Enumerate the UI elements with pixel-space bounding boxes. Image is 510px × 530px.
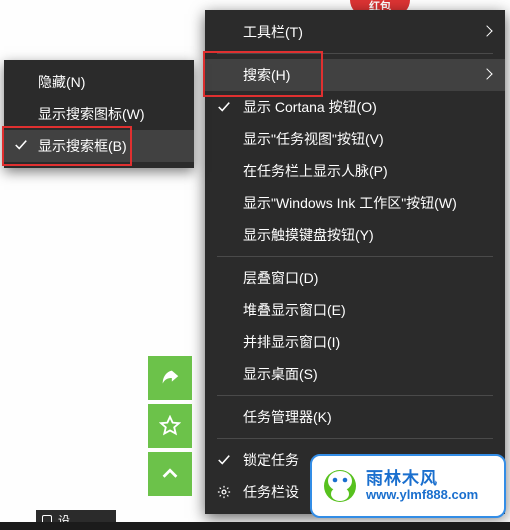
menu-task-view[interactable]: 显示"任务视图"按钮(V): [205, 123, 505, 155]
scroll-up-button[interactable]: [148, 452, 192, 496]
menu-toolbars-label: 工具栏(T): [243, 22, 303, 42]
taskbar-strip: [0, 522, 510, 530]
menu-touch-keyboard[interactable]: 显示触摸键盘按钮(Y): [205, 219, 505, 251]
search-submenu: 隐藏(N) 显示搜索图标(W) 显示搜索框(B): [4, 60, 194, 168]
taskbar-context-menu: 工具栏(T) 搜索(H) 显示 Cortana 按钮(O) 显示"任务视图"按钮…: [205, 10, 505, 514]
gear-icon: [217, 485, 231, 499]
watermark-logo: [320, 466, 360, 506]
menu-touch-keyboard-label: 显示触摸键盘按钮(Y): [243, 225, 374, 245]
menu-taskbar-settings-label: 任务栏设: [243, 482, 299, 502]
floating-actions: [148, 356, 192, 496]
menu-task-view-label: 显示"任务视图"按钮(V): [243, 129, 384, 149]
checkmark-icon: [217, 453, 231, 467]
checkmark-icon: [14, 138, 28, 152]
menu-side-by-side-label: 并排显示窗口(I): [243, 332, 340, 352]
menu-show-desktop-label: 显示桌面(S): [243, 364, 318, 384]
menu-cortana-button-label: 显示 Cortana 按钮(O): [243, 97, 377, 117]
menu-task-manager[interactable]: 任务管理器(K): [205, 401, 505, 433]
share-icon: [159, 367, 181, 389]
separator: [217, 53, 493, 54]
menu-search[interactable]: 搜索(H): [205, 59, 505, 91]
favorite-button[interactable]: [148, 404, 192, 448]
share-button[interactable]: [148, 356, 192, 400]
menu-show-desktop[interactable]: 显示桌面(S): [205, 358, 505, 390]
menu-lock-taskbar-label: 锁定任务: [243, 450, 299, 470]
search-show-icon[interactable]: 显示搜索图标(W): [4, 98, 194, 130]
menu-stacked-label: 堆叠显示窗口(E): [243, 300, 346, 320]
separator: [217, 256, 493, 257]
star-icon: [159, 415, 181, 437]
separator: [217, 395, 493, 396]
menu-cortana-button[interactable]: 显示 Cortana 按钮(O): [205, 91, 505, 123]
chevron-up-icon: [159, 463, 181, 485]
search-hidden[interactable]: 隐藏(N): [4, 66, 194, 98]
checkmark-icon: [217, 100, 231, 114]
menu-windows-ink[interactable]: 显示"Windows Ink 工作区"按钮(W): [205, 187, 505, 219]
watermark-banner: 雨林木风 www.ylmf888.com: [310, 454, 506, 518]
search-hidden-label: 隐藏(N): [38, 72, 85, 92]
watermark-url: www.ylmf888.com: [366, 488, 478, 502]
menu-cascade-label: 层叠窗口(D): [243, 268, 318, 288]
menu-task-manager-label: 任务管理器(K): [243, 407, 332, 427]
search-show-box[interactable]: 显示搜索框(B): [4, 130, 194, 162]
watermark-title: 雨林木风: [366, 470, 478, 489]
menu-cascade[interactable]: 层叠窗口(D): [205, 262, 505, 294]
menu-windows-ink-label: 显示"Windows Ink 工作区"按钮(W): [243, 193, 457, 213]
menu-people-label: 在任务栏上显示人脉(P): [243, 161, 388, 181]
menu-stacked[interactable]: 堆叠显示窗口(E): [205, 294, 505, 326]
menu-toolbars[interactable]: 工具栏(T): [205, 16, 505, 48]
separator: [217, 438, 493, 439]
menu-search-label: 搜索(H): [243, 65, 290, 85]
search-show-icon-label: 显示搜索图标(W): [38, 104, 145, 124]
search-show-box-label: 显示搜索框(B): [38, 136, 127, 156]
menu-side-by-side[interactable]: 并排显示窗口(I): [205, 326, 505, 358]
menu-people[interactable]: 在任务栏上显示人脉(P): [205, 155, 505, 187]
